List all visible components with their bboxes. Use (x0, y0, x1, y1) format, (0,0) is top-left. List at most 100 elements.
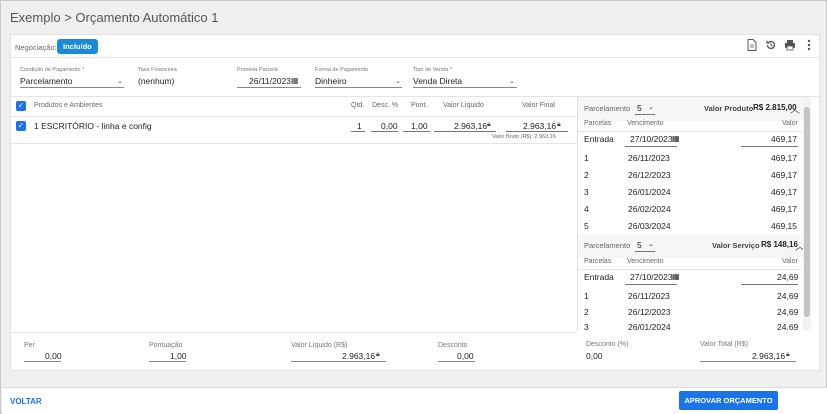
chevron-down-icon[interactable]: ⌄ (648, 240, 654, 248)
entrada-value-input[interactable]: 469,17 (771, 134, 797, 144)
parcelamento-select[interactable]: 5 (637, 103, 642, 113)
valor-servico-label: Valor Serviço (712, 241, 760, 250)
valor-total-underline (700, 361, 796, 362)
col-pont: Pont. (411, 102, 428, 109)
pont-input[interactable]: 1,00 (411, 121, 428, 131)
lock-icon[interactable]: 🔒︎ (786, 351, 790, 359)
installment-date: 26/03/2024 (628, 221, 671, 231)
divider (578, 269, 802, 270)
divider (11, 143, 577, 144)
chevron-up-icon[interactable]: ︿ (790, 101, 800, 116)
select-all-checkbox[interactable]: ✓ (16, 101, 26, 111)
produto-section-header: Parcelamento 5 ⌄ Valor Produto R$ 2.815,… (578, 97, 803, 121)
scrollbar-thumb[interactable] (804, 107, 810, 317)
entrada-value-input[interactable]: 24,69 (777, 272, 798, 282)
history-icon[interactable] (765, 39, 777, 51)
entrada-date-input[interactable]: 27/10/2023 (630, 272, 673, 282)
primeira-label: Primeira Parcela (237, 67, 278, 73)
primeira-date-input[interactable]: 26/11/2023 (249, 76, 291, 86)
installment-value: 469,17 (771, 153, 797, 163)
valor-produto-label: Valor Produto (704, 104, 754, 113)
chevron-down-icon[interactable]: ⌄ (509, 77, 515, 85)
entrada-date-input[interactable]: 27/10/2023 (630, 134, 673, 144)
installment-row: 2 26/12/2023 24,69 (583, 307, 798, 323)
more-vertical-icon[interactable] (803, 39, 815, 51)
servico-section-header: Parcelamento 5 ⌄ Valor Serviço R$ 148,16… (578, 234, 805, 258)
entrada-label: Entrada (584, 134, 614, 144)
installment-number: 2 (584, 307, 589, 317)
voltar-link[interactable]: VOLTAR (10, 397, 42, 406)
installment-row: 3 26/01/2024 24,69 (583, 322, 798, 330)
installment-row: 1 26/11/2023 469,17 (583, 153, 798, 169)
qtd-underline (351, 131, 365, 132)
tipo-underline (413, 87, 517, 88)
status-badge: Incluído (57, 39, 98, 54)
tipo-select[interactable]: Venda Direta (413, 76, 462, 86)
installment-value: 469,15 (771, 221, 797, 231)
calendar-icon[interactable]: ▦ (672, 272, 680, 281)
installment-number: 4 (584, 204, 589, 214)
col-valor: Valor (782, 120, 798, 127)
chevron-down-icon[interactable]: ⌄ (117, 77, 123, 85)
installment-date: 26/01/2024 (628, 187, 671, 197)
lock-icon[interactable]: 🔒︎ (487, 121, 491, 129)
per-input[interactable]: 0,00 (45, 351, 62, 361)
final-value[interactable]: 2.963,16 (523, 121, 556, 131)
calendar-icon[interactable]: ▦ (672, 134, 680, 143)
divider (11, 57, 819, 58)
aprovar-button[interactable]: APROVAR ORÇAMENTO (679, 391, 778, 410)
document-icon[interactable] (746, 39, 758, 51)
qtd-input[interactable]: 1 (357, 121, 362, 131)
valor-total-value: 2.963,16 (752, 351, 786, 361)
forma-select[interactable]: Dinheiro (315, 76, 347, 86)
app-window: Exemplo > Orçamento Automático 1 Negocia… (0, 0, 827, 414)
valor-liquido-underline (291, 361, 386, 362)
negociacao-label: Negociação: (15, 43, 57, 52)
col-qtd: Qtd. (351, 102, 365, 109)
print-icon[interactable] (784, 39, 796, 51)
col-vencimento: Vencimento (627, 120, 664, 127)
entrada-row: Entrada 27/10/2023 ▦ 24,69 (583, 272, 798, 288)
installment-number: 3 (584, 187, 589, 197)
liquido-value[interactable]: 2.963,16 (454, 121, 487, 131)
row-checkbox[interactable]: ✓ (16, 121, 26, 131)
desc-input[interactable]: 0,00 (381, 121, 398, 131)
footer-bar: VOLTAR APROVAR ORÇAMENTO (2, 387, 827, 414)
panel-scrollbar[interactable] (803, 97, 811, 330)
parcelamento-label: Parcelamento (584, 241, 631, 250)
installment-row: 1 26/11/2023 24,69 (583, 291, 798, 307)
parcelamento-label: Parcelamento (584, 104, 631, 113)
lock-icon[interactable]: 🔒︎ (557, 121, 561, 129)
entrada-value-underline (741, 146, 798, 147)
installment-number: 1 (584, 153, 589, 163)
col-desc: Desc. % (372, 102, 399, 109)
chevron-down-icon[interactable]: ⌄ (648, 103, 654, 111)
installment-row: 2 26/12/2023 469,17 (583, 170, 798, 186)
lock-icon[interactable]: 🔒︎ (376, 351, 380, 359)
pont-underline (403, 131, 430, 132)
valor-bruto: Valor Bruto (R$): 2.963,16 (492, 134, 556, 140)
liquido-underline (434, 131, 496, 132)
calendar-icon[interactable]: ▦ (291, 76, 299, 85)
col-liquido: Valor Líquido (443, 102, 484, 109)
desconto-input[interactable]: 0,00 (457, 351, 474, 361)
condicao-select[interactable]: Parcelamento (20, 76, 72, 86)
tipo-label: Tipo de Venda * (413, 67, 452, 73)
chevron-down-icon[interactable]: ⌄ (395, 77, 401, 85)
page-title: Exemplo > Orçamento Automático 1 (10, 10, 219, 25)
installment-value: 24,69 (777, 307, 799, 317)
valor-liquido-input[interactable]: 2.963,16 (342, 351, 375, 361)
valor-total-label: Valor Total (R$) (700, 341, 748, 348)
installment-value: 24,69 (777, 291, 799, 301)
pontuacao-input[interactable]: 1,00 (170, 351, 187, 361)
divider (11, 116, 577, 117)
installment-date: 26/11/2023 (628, 153, 670, 163)
desconto-pct-value: 0,00 (586, 351, 603, 361)
entrada-row: Entrada 27/10/2023 ▦ 469,17 (583, 134, 798, 150)
parcelamento-select[interactable]: 5 (637, 240, 642, 250)
installment-number: 1 (584, 291, 589, 301)
desconto-pct-label: Desconto (%) (586, 341, 629, 348)
valor-servico-value: R$ 148,16 (761, 240, 798, 249)
desc-underline (371, 131, 398, 132)
per-underline (24, 361, 61, 362)
